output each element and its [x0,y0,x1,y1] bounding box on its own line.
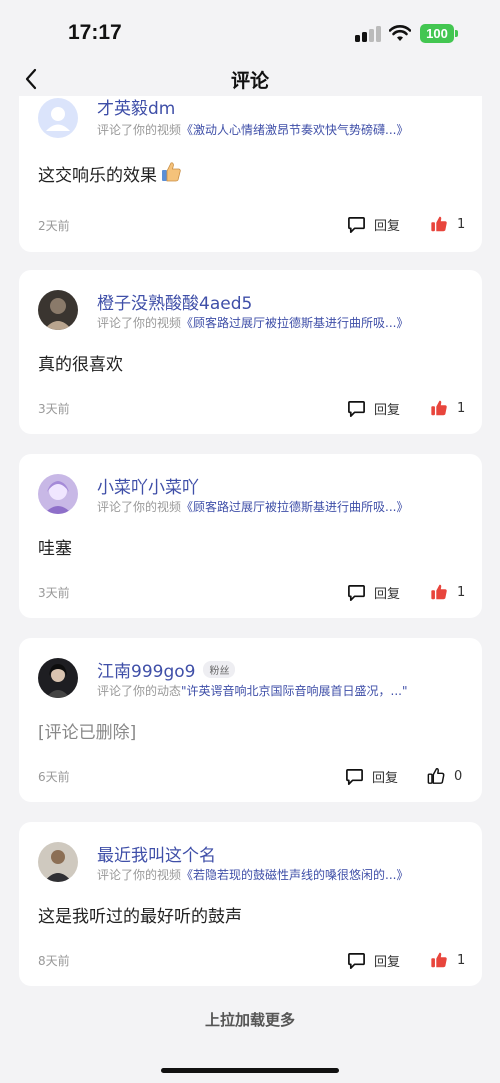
comment-username[interactable]: 江南999go9 粉丝 [97,657,236,682]
reply-button[interactable]: 回复 [347,949,400,971]
reply-button[interactable]: 回复 [347,213,400,235]
comment-meta: 评论了你的视频《顾客路过展厅被拉德斯基进行曲所吸...》 [97,314,467,331]
like-count: 1 [457,952,466,968]
comment-card[interactable]: 橙子没熟酸酸4aed5 评论了你的视频《顾客路过展厅被拉德斯基进行曲所吸...》… [19,270,482,434]
comment-text: 真的很喜欢 [38,355,123,375]
avatar[interactable] [38,98,78,138]
like-button[interactable]: 0 [427,765,462,787]
comment-card[interactable]: 小菜吖小菜吖 评论了你的视频《顾客路过展厅被拉德斯基进行曲所吸...》 哇塞 3… [19,454,482,618]
reply-label: 回复 [374,402,401,418]
comment-time: 3天前 [38,586,70,600]
thumbs-up-filled-icon [431,952,447,968]
comment-bubble-icon [348,952,365,969]
like-count: 1 [457,400,466,416]
meta-prefix: 评论了你的视频 [97,123,182,137]
home-indicator[interactable] [161,1068,339,1073]
comment-username[interactable]: 最近我叫这个名 [97,841,216,866]
comment-card[interactable]: 最近我叫这个名 评论了你的视频《若隐若现的鼓磁性声线的嗓很悠闲的...》 这是我… [19,822,482,986]
comment-time: 2天前 [38,219,70,233]
reply-button[interactable]: 回复 [347,397,400,419]
user-photo-icon [44,481,72,514]
nav-bar: 评论 [0,62,500,96]
fans-badge: 粉丝 [203,661,236,678]
comment-bubble-icon [348,584,365,601]
comment-card[interactable]: 江南999go9 粉丝 评论了你的动态"许英谔音响北京国际音响展首日盛况，..."… [19,638,482,802]
comment-username[interactable]: 才英毅dm [97,96,175,119]
comment-text: 哇塞 [38,539,72,559]
comment-meta: 评论了你的视频《激动人心情绪激昂节奏欢快气势磅礴...》 [97,121,467,138]
target-link[interactable]: 《顾客路过展厅被拉德斯基进行曲所吸...》 [181,500,408,514]
target-link[interactable]: 《顾客路过展厅被拉德斯基进行曲所吸...》 [181,316,408,330]
like-button[interactable]: 1 [430,213,465,235]
comment-meta: 评论了你的动态"许英谔音响北京国际音响展首日盛况，..." [97,682,467,699]
comment-time: 8天前 [38,954,70,968]
meta-prefix: 评论了你的视频 [97,316,182,330]
comment-time: 6天前 [38,770,70,784]
like-button[interactable]: 1 [430,581,465,603]
default-user-icon [46,107,70,131]
meta-prefix: 评论了你的视频 [97,500,182,514]
avatar[interactable] [38,290,78,330]
avatar[interactable] [38,842,78,882]
like-button[interactable]: 1 [430,397,465,419]
like-count: 1 [457,216,466,232]
avatar[interactable] [38,474,78,514]
comment-bubble-icon [348,216,365,233]
battery-tip [455,30,458,37]
thumbs-up-emoji-icon [162,162,181,182]
reply-button[interactable]: 回复 [347,581,400,603]
reply-button[interactable]: 回复 [345,765,398,787]
comment-bubble-icon [346,768,363,785]
comment-time: 3天前 [38,402,70,416]
user-photo-icon [46,664,70,698]
comment-username[interactable]: 橙子没熟酸酸4aed5 [97,289,252,314]
comment-list[interactable]: 才英毅dm 评论了你的视频《激动人心情绪激昂节奏欢快气势磅礴...》 这交响乐的… [0,96,500,1083]
target-link[interactable]: 《激动人心情绪激昂节奏欢快气势磅礴...》 [181,123,408,137]
like-count: 1 [457,584,466,600]
reply-label: 回复 [372,770,399,786]
page-title: 评论 [230,70,269,92]
user-photo-icon [44,850,72,882]
battery-indicator: 100 [420,24,454,43]
target-link[interactable]: "许英谔音响北京国际音响展首日盛况，..." [181,684,407,698]
comment-text: 这是我听过的最好听的鼓声 [38,907,242,927]
comment-meta: 评论了你的视频《顾客路过展厅被拉德斯基进行曲所吸...》 [97,498,467,515]
comment-text-body: 这交响乐的效果 [38,166,157,186]
comment-text-deleted: [评论已删除] [38,723,137,743]
status-bar: 17:17 100 [0,0,500,62]
meta-prefix: 评论了你的视频 [97,868,182,882]
reply-label: 回复 [374,218,401,234]
like-button[interactable]: 1 [430,949,465,971]
reply-label: 回复 [374,586,401,602]
thumbs-up-filled-icon [431,216,447,232]
cellular-signal-icon [355,26,381,42]
comment-text: 这交响乐的效果 [38,160,183,186]
meta-prefix: 评论了你的动态 [97,684,182,698]
avatar[interactable] [38,658,78,698]
like-count: 0 [454,768,463,784]
wifi-icon [389,25,411,41]
comment-bubble-icon [348,400,365,417]
status-time: 17:17 [68,21,122,44]
user-photo-icon [44,298,72,330]
comment-card[interactable]: 才英毅dm 评论了你的视频《激动人心情绪激昂节奏欢快气势磅礴...》 这交响乐的… [19,96,482,252]
comment-meta: 评论了你的视频《若隐若现的鼓磁性声线的嗓很悠闲的...》 [97,866,467,883]
load-more-hint[interactable]: 上拉加载更多 [0,1009,500,1030]
target-link[interactable]: 《若隐若现的鼓磁性声线的嗓很悠闲的...》 [181,868,408,882]
thumbs-up-outline-icon [427,768,445,784]
comment-username-text: 江南999go9 [97,662,196,682]
thumbs-up-filled-icon [431,400,447,416]
reply-label: 回复 [374,954,401,970]
thumbs-up-filled-icon [431,584,447,600]
comment-username[interactable]: 小菜吖小菜吖 [97,473,199,498]
